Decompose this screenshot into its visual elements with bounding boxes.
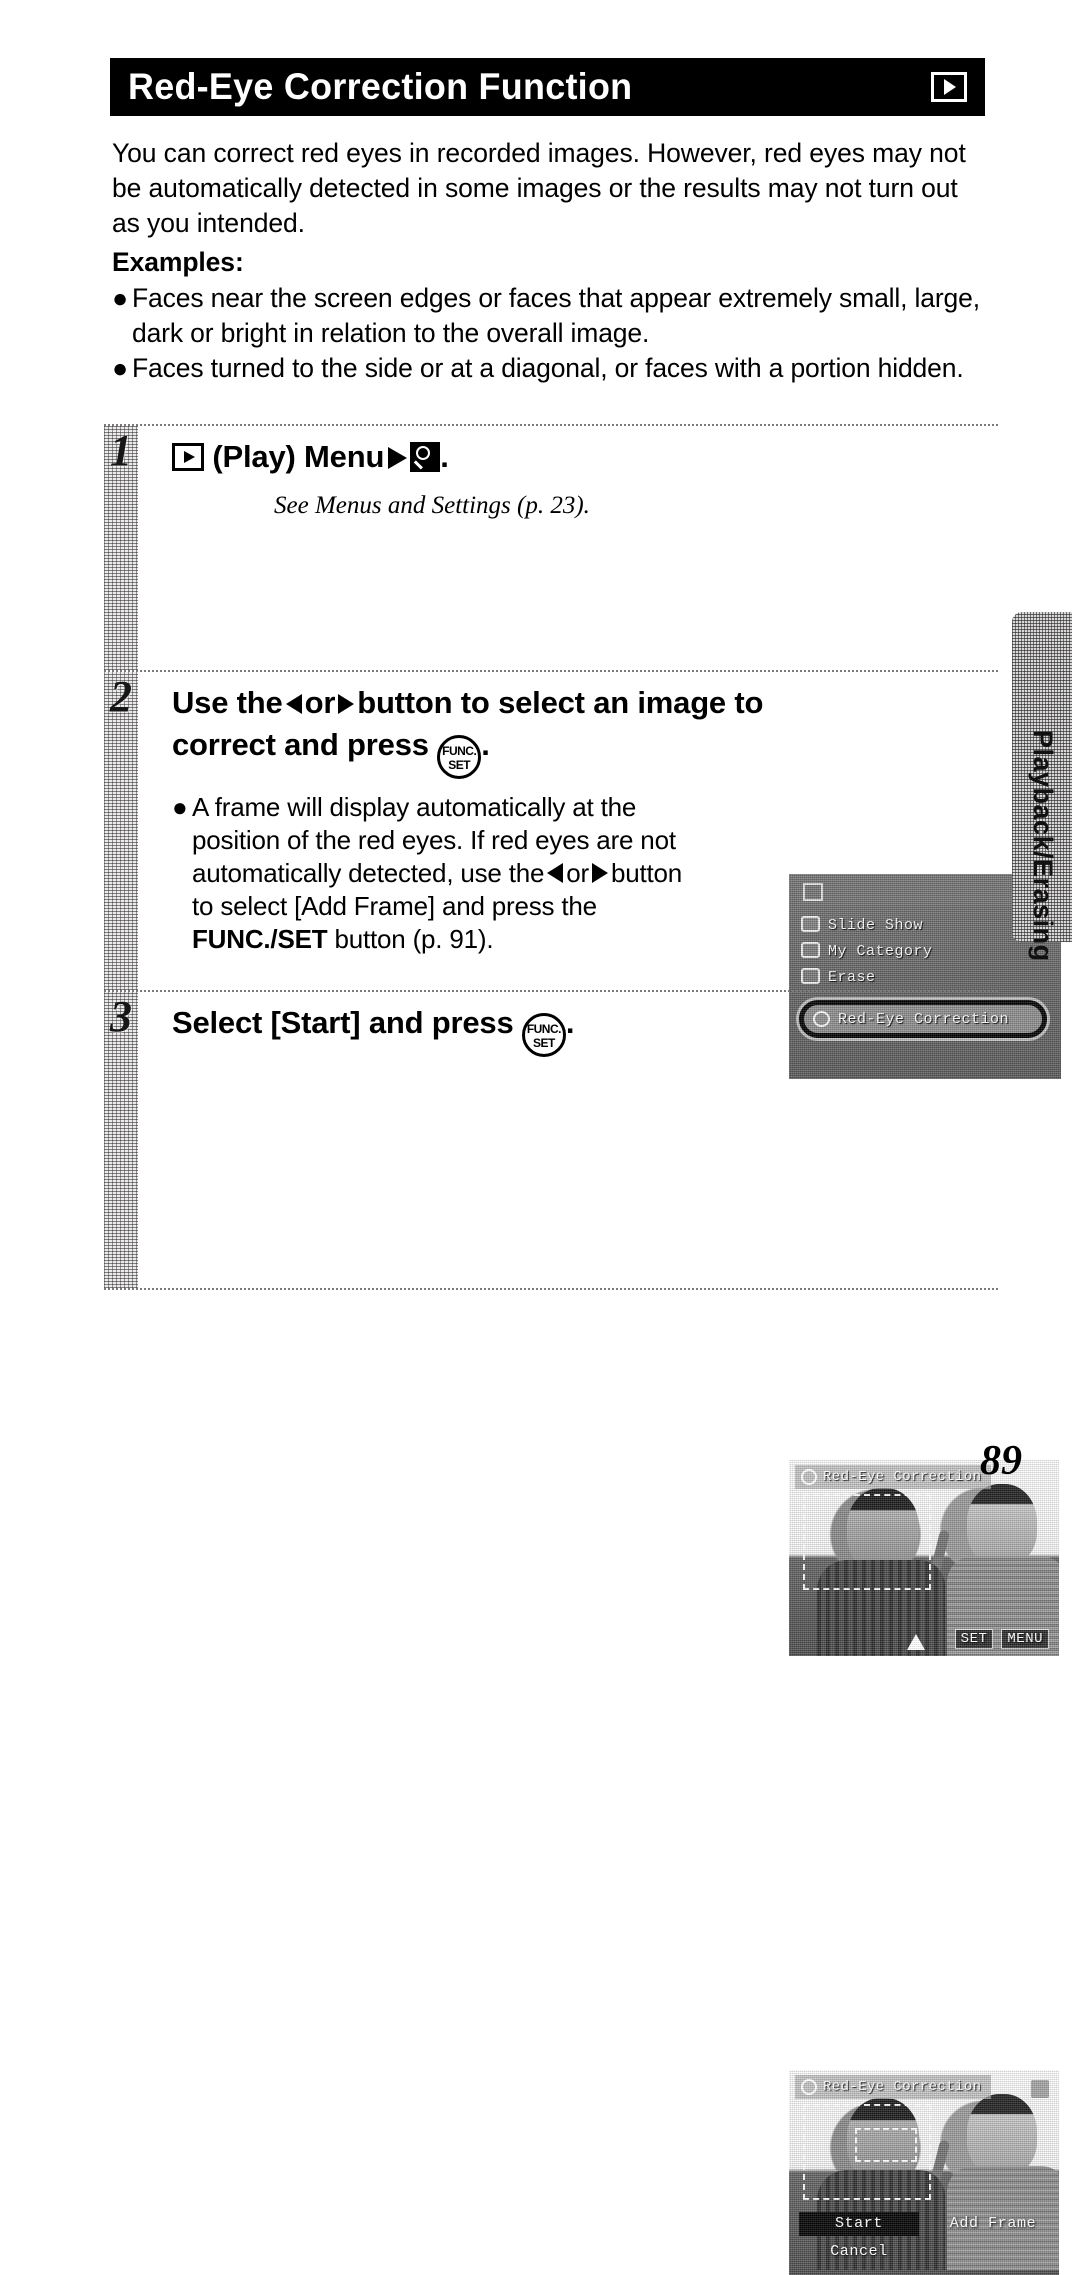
- lcd-screenshot-select-image: Red-Eye Correction SET MENU: [789, 1460, 1059, 1656]
- left-arrow-icon: [285, 694, 302, 714]
- func-set-line1: FUNC.: [526, 1022, 562, 1036]
- func-set-line1: FUNC.: [442, 744, 477, 758]
- func-set-button-icon: FUNC. SET: [437, 735, 482, 779]
- examples-label: Examples:: [112, 247, 244, 277]
- lcd-selection-frame: [803, 1494, 931, 1590]
- play-icon: [172, 443, 204, 471]
- step-2-line5: select [Add Frame] and press the: [220, 891, 597, 921]
- step-1-note: See Menus and Settings (p. 23).: [274, 492, 590, 519]
- step-2-line6-rest: button (p. 91).: [334, 924, 494, 954]
- red-eye-correction-icon: [801, 2079, 817, 2095]
- left-arrow-icon: [547, 863, 564, 883]
- lcd-hint-menu: MENU: [1001, 1629, 1049, 1649]
- example-bullet-2: ● Faces turned to the side or at a diagon…: [112, 351, 982, 386]
- step-2-funcset-bold: FUNC./SET: [192, 924, 328, 954]
- intro-paragraph: You can correct red eyes in recorded ima…: [112, 138, 966, 238]
- lcd-title-bar: Red-Eye Correction: [795, 2075, 991, 2099]
- lcd-option-cancel[interactable]: Cancel: [799, 2240, 919, 2264]
- lcd-screenshot-start-options: Red-Eye Correction Start Add Frame Cance…: [789, 2070, 1059, 2275]
- step-3-heading: Select [Start] and press FUNC. SET .: [172, 1002, 998, 1057]
- lcd-photo-person-right-head: [967, 2094, 1037, 2176]
- red-eye-correction-icon: [410, 442, 441, 472]
- lcd-option-start[interactable]: Start: [799, 2212, 919, 2236]
- step-2-detail-text: ● A frame will display automatically at t…: [172, 791, 692, 956]
- lcd-settings-icon: [1029, 2078, 1051, 2100]
- step-1: 1 (Play) Menu. See Menus and Settings (p…: [104, 424, 1061, 1079]
- step-2-heading: Use the or button to select an image to co…: [172, 682, 998, 779]
- example-bullet-1: ● Faces near the screen edges or faces th…: [112, 281, 982, 351]
- lcd-option-add-frame[interactable]: Add Frame: [937, 2212, 1049, 2236]
- step-2-line4a: detected, use the: [348, 858, 545, 888]
- arrow-right-icon: [388, 447, 408, 469]
- step-2-number: 2: [110, 672, 132, 721]
- bullet-marker: ●: [112, 353, 128, 383]
- bullet-marker: ●: [172, 792, 188, 822]
- step-2-line1: A frame will display automatically at: [192, 792, 594, 822]
- step-2-heading-part2: or: [304, 685, 336, 720]
- step-1-heading-label: (Play) Menu: [212, 439, 385, 474]
- page-title-bar: Red-Eye Correction Function: [110, 58, 985, 116]
- step-1-heading: (Play) Menu.: [172, 436, 998, 478]
- chapter-side-tab-label: Playback/Erasing: [1028, 730, 1058, 962]
- func-set-line2: SET: [448, 758, 471, 772]
- step-3: 3 Select [Start] and press FUNC. SET . R…: [104, 990, 1059, 2275]
- step-2-heading-part3: button to select an image to: [357, 685, 764, 720]
- func-set-line2: SET: [532, 1036, 555, 1050]
- lcd-title-text: Red-Eye Correction: [823, 2079, 982, 2095]
- step-1-heading-suffix: .: [440, 439, 449, 474]
- play-mode-icon: [931, 72, 967, 102]
- lcd-red-eye-frame: [855, 2128, 917, 2162]
- page-number: 89: [980, 1438, 1022, 1484]
- lcd-title-text: Red-Eye Correction: [823, 1469, 982, 1485]
- manual-page: Red-Eye Correction Function You can corr…: [0, 0, 1080, 2275]
- right-arrow-icon: [338, 694, 355, 714]
- func-set-button-icon: FUNC. SET: [521, 1013, 566, 1057]
- example-bullet-2-text: Faces turned to the side or at a diagona…: [132, 353, 964, 383]
- step-2-heading-suffix: .: [481, 727, 490, 762]
- lcd-bottom-hints: SET MENU: [789, 1626, 1059, 1652]
- step-2-line4b: or: [566, 858, 589, 888]
- lcd-photo-person-right-head: [967, 1484, 1037, 1566]
- red-eye-correction-icon: [801, 1469, 817, 1485]
- right-arrow-icon: [591, 863, 608, 883]
- procedure-steps: 1 (Play) Menu. See Menus and Settings (p…: [104, 424, 1061, 2275]
- step-1-body: (Play) Menu. See Menus and Settings (p. …: [172, 426, 998, 520]
- step-2: 2 Use the or button to select an image to …: [104, 670, 1059, 1656]
- step-2-body: Use the or button to select an image to co…: [172, 672, 998, 956]
- bullet-marker: ●: [112, 283, 128, 313]
- page-title: Red-Eye Correction Function: [128, 66, 633, 107]
- step-3-body: Select [Start] and press FUNC. SET .: [172, 992, 998, 1057]
- lcd-title-bar: Red-Eye Correction: [795, 1465, 991, 1489]
- step-3-heading-suffix: .: [565, 1005, 575, 1040]
- example-bullet-1-text: Faces near the screen edges or faces tha…: [132, 283, 980, 348]
- intro-section: You can correct red eyes in recorded ima…: [112, 136, 982, 386]
- step-1-number: 1: [110, 426, 132, 475]
- step-3-heading-text: Select [Start] and press: [172, 1005, 514, 1040]
- step-2-heading-part4: correct and press: [172, 727, 429, 762]
- lcd-hint-set: SET: [954, 1629, 994, 1649]
- step-3-number: 3: [110, 992, 132, 1041]
- step-2-heading-part1: Use the: [172, 685, 283, 720]
